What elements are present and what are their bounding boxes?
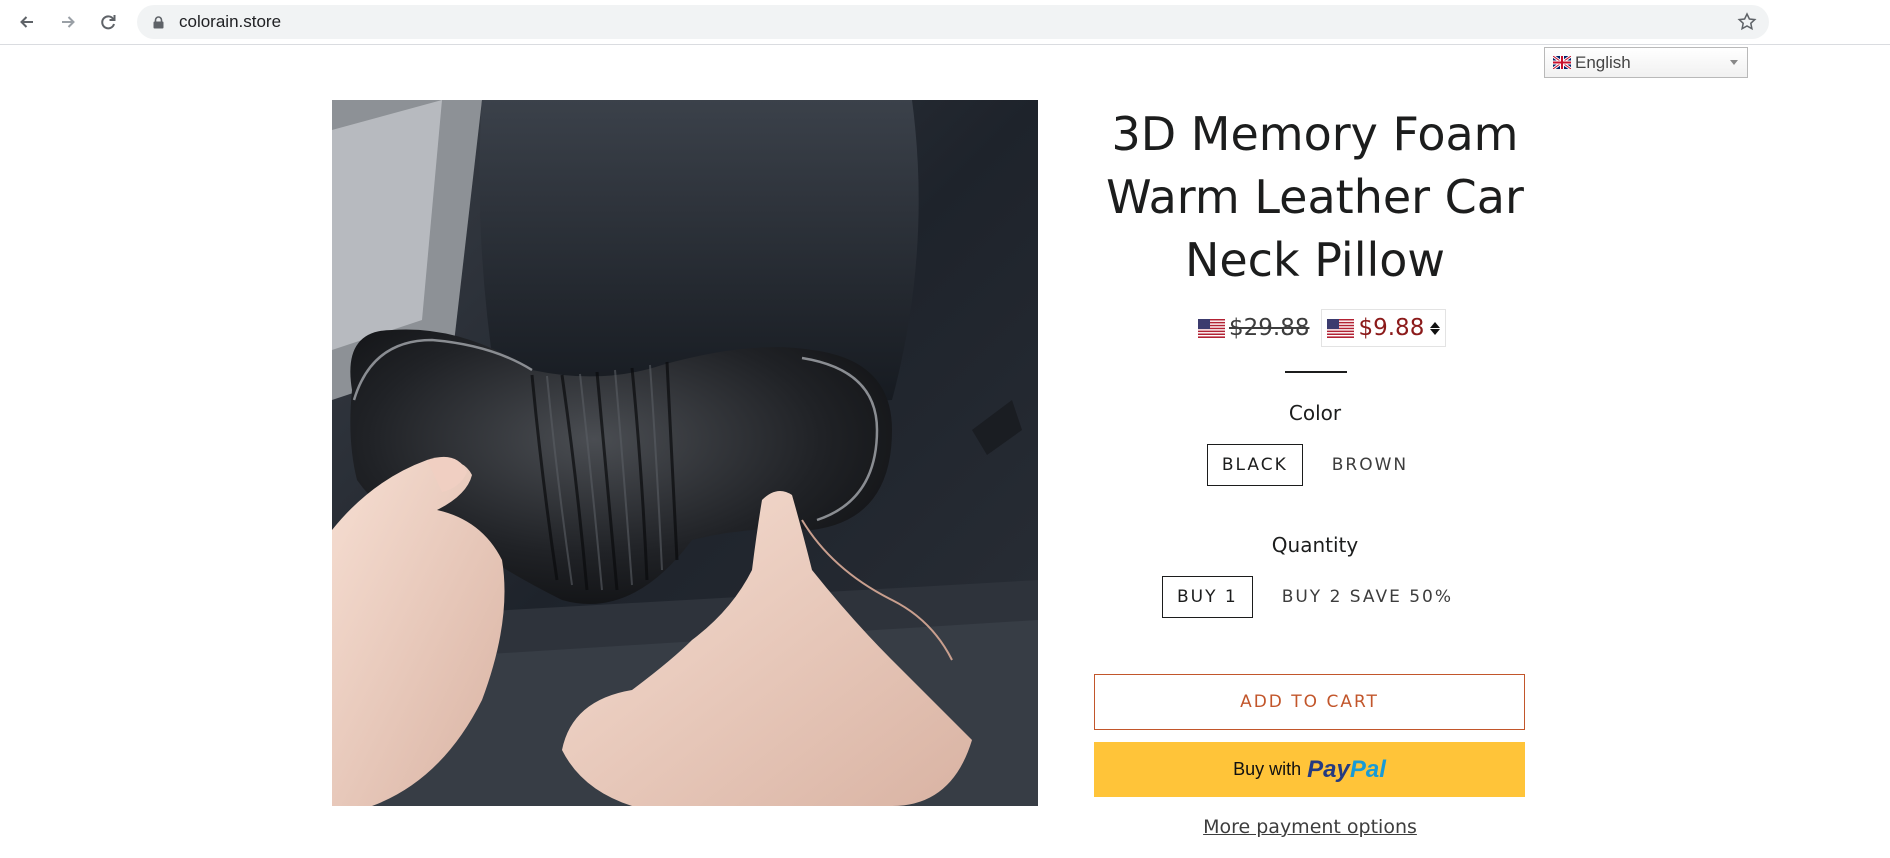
quantity-option-buy-2[interactable]: BUY 2 SAVE 50%	[1267, 576, 1468, 618]
compare-price-value: $29.88	[1229, 315, 1310, 341]
paypal-prefix: Buy with	[1233, 759, 1302, 779]
paypal-logo-pal: Pal	[1349, 755, 1386, 783]
reload-button[interactable]	[92, 6, 124, 38]
product-title: 3D Memory Foam Warm Leather Car Neck Pil…	[1095, 103, 1535, 292]
title-line-1: 3D Memory Foam	[1111, 107, 1519, 161]
color-label: Color	[1288, 401, 1342, 425]
compare-at-price: $29.88	[1198, 315, 1309, 341]
us-flag-icon	[1327, 318, 1355, 338]
neck-pillow-photo	[332, 100, 1038, 806]
quantity-option-buy-1[interactable]: BUY 1	[1161, 576, 1253, 618]
arrow-left-icon	[20, 16, 33, 28]
currency-sort-icon	[1430, 321, 1441, 335]
browser-toolbar: colorain.store	[0, 0, 1890, 45]
language-select[interactable]: English	[1544, 47, 1748, 78]
url-text: colorain.store	[179, 12, 282, 31]
forward-button[interactable]	[52, 6, 84, 38]
language-label: English	[1575, 52, 1631, 72]
more-payment-options-link[interactable]: More payment options	[1095, 816, 1525, 838]
title-line-2: Warm Leather Car	[1106, 170, 1524, 224]
back-button[interactable]	[11, 6, 43, 38]
paypal-logo-pay: Pay	[1307, 755, 1350, 783]
address-bar[interactable]: colorain.store	[137, 5, 1769, 39]
color-option-brown[interactable]: BROWN	[1317, 444, 1423, 486]
chevron-down-icon	[1730, 60, 1738, 65]
title-line-3: Neck Pillow	[1184, 233, 1446, 287]
paypal-button[interactable]: Buy with Pay Pal	[1094, 742, 1525, 797]
lock-icon	[153, 16, 164, 29]
price-block: $29.88 $9.88	[1198, 309, 1447, 347]
sale-price-value: $9.88	[1358, 315, 1425, 341]
currency-price-select[interactable]: $9.88	[1321, 309, 1447, 347]
bookmark-star-icon[interactable]	[1737, 12, 1757, 32]
quantity-swatches: BUY 1 BUY 2 SAVE 50%	[1095, 576, 1535, 618]
quantity-label: Quantity	[1271, 533, 1359, 557]
color-swatches: BLACK BROWN	[1095, 444, 1535, 486]
title-divider	[1285, 371, 1347, 373]
uk-flag-icon	[1553, 56, 1571, 69]
arrow-right-icon	[62, 16, 75, 28]
add-to-cart-button[interactable]: ADD TO CART	[1094, 674, 1525, 730]
us-flag-icon	[1198, 318, 1225, 338]
product-image[interactable]	[332, 100, 1038, 806]
reload-icon	[101, 15, 116, 30]
color-option-black[interactable]: BLACK	[1206, 444, 1303, 486]
